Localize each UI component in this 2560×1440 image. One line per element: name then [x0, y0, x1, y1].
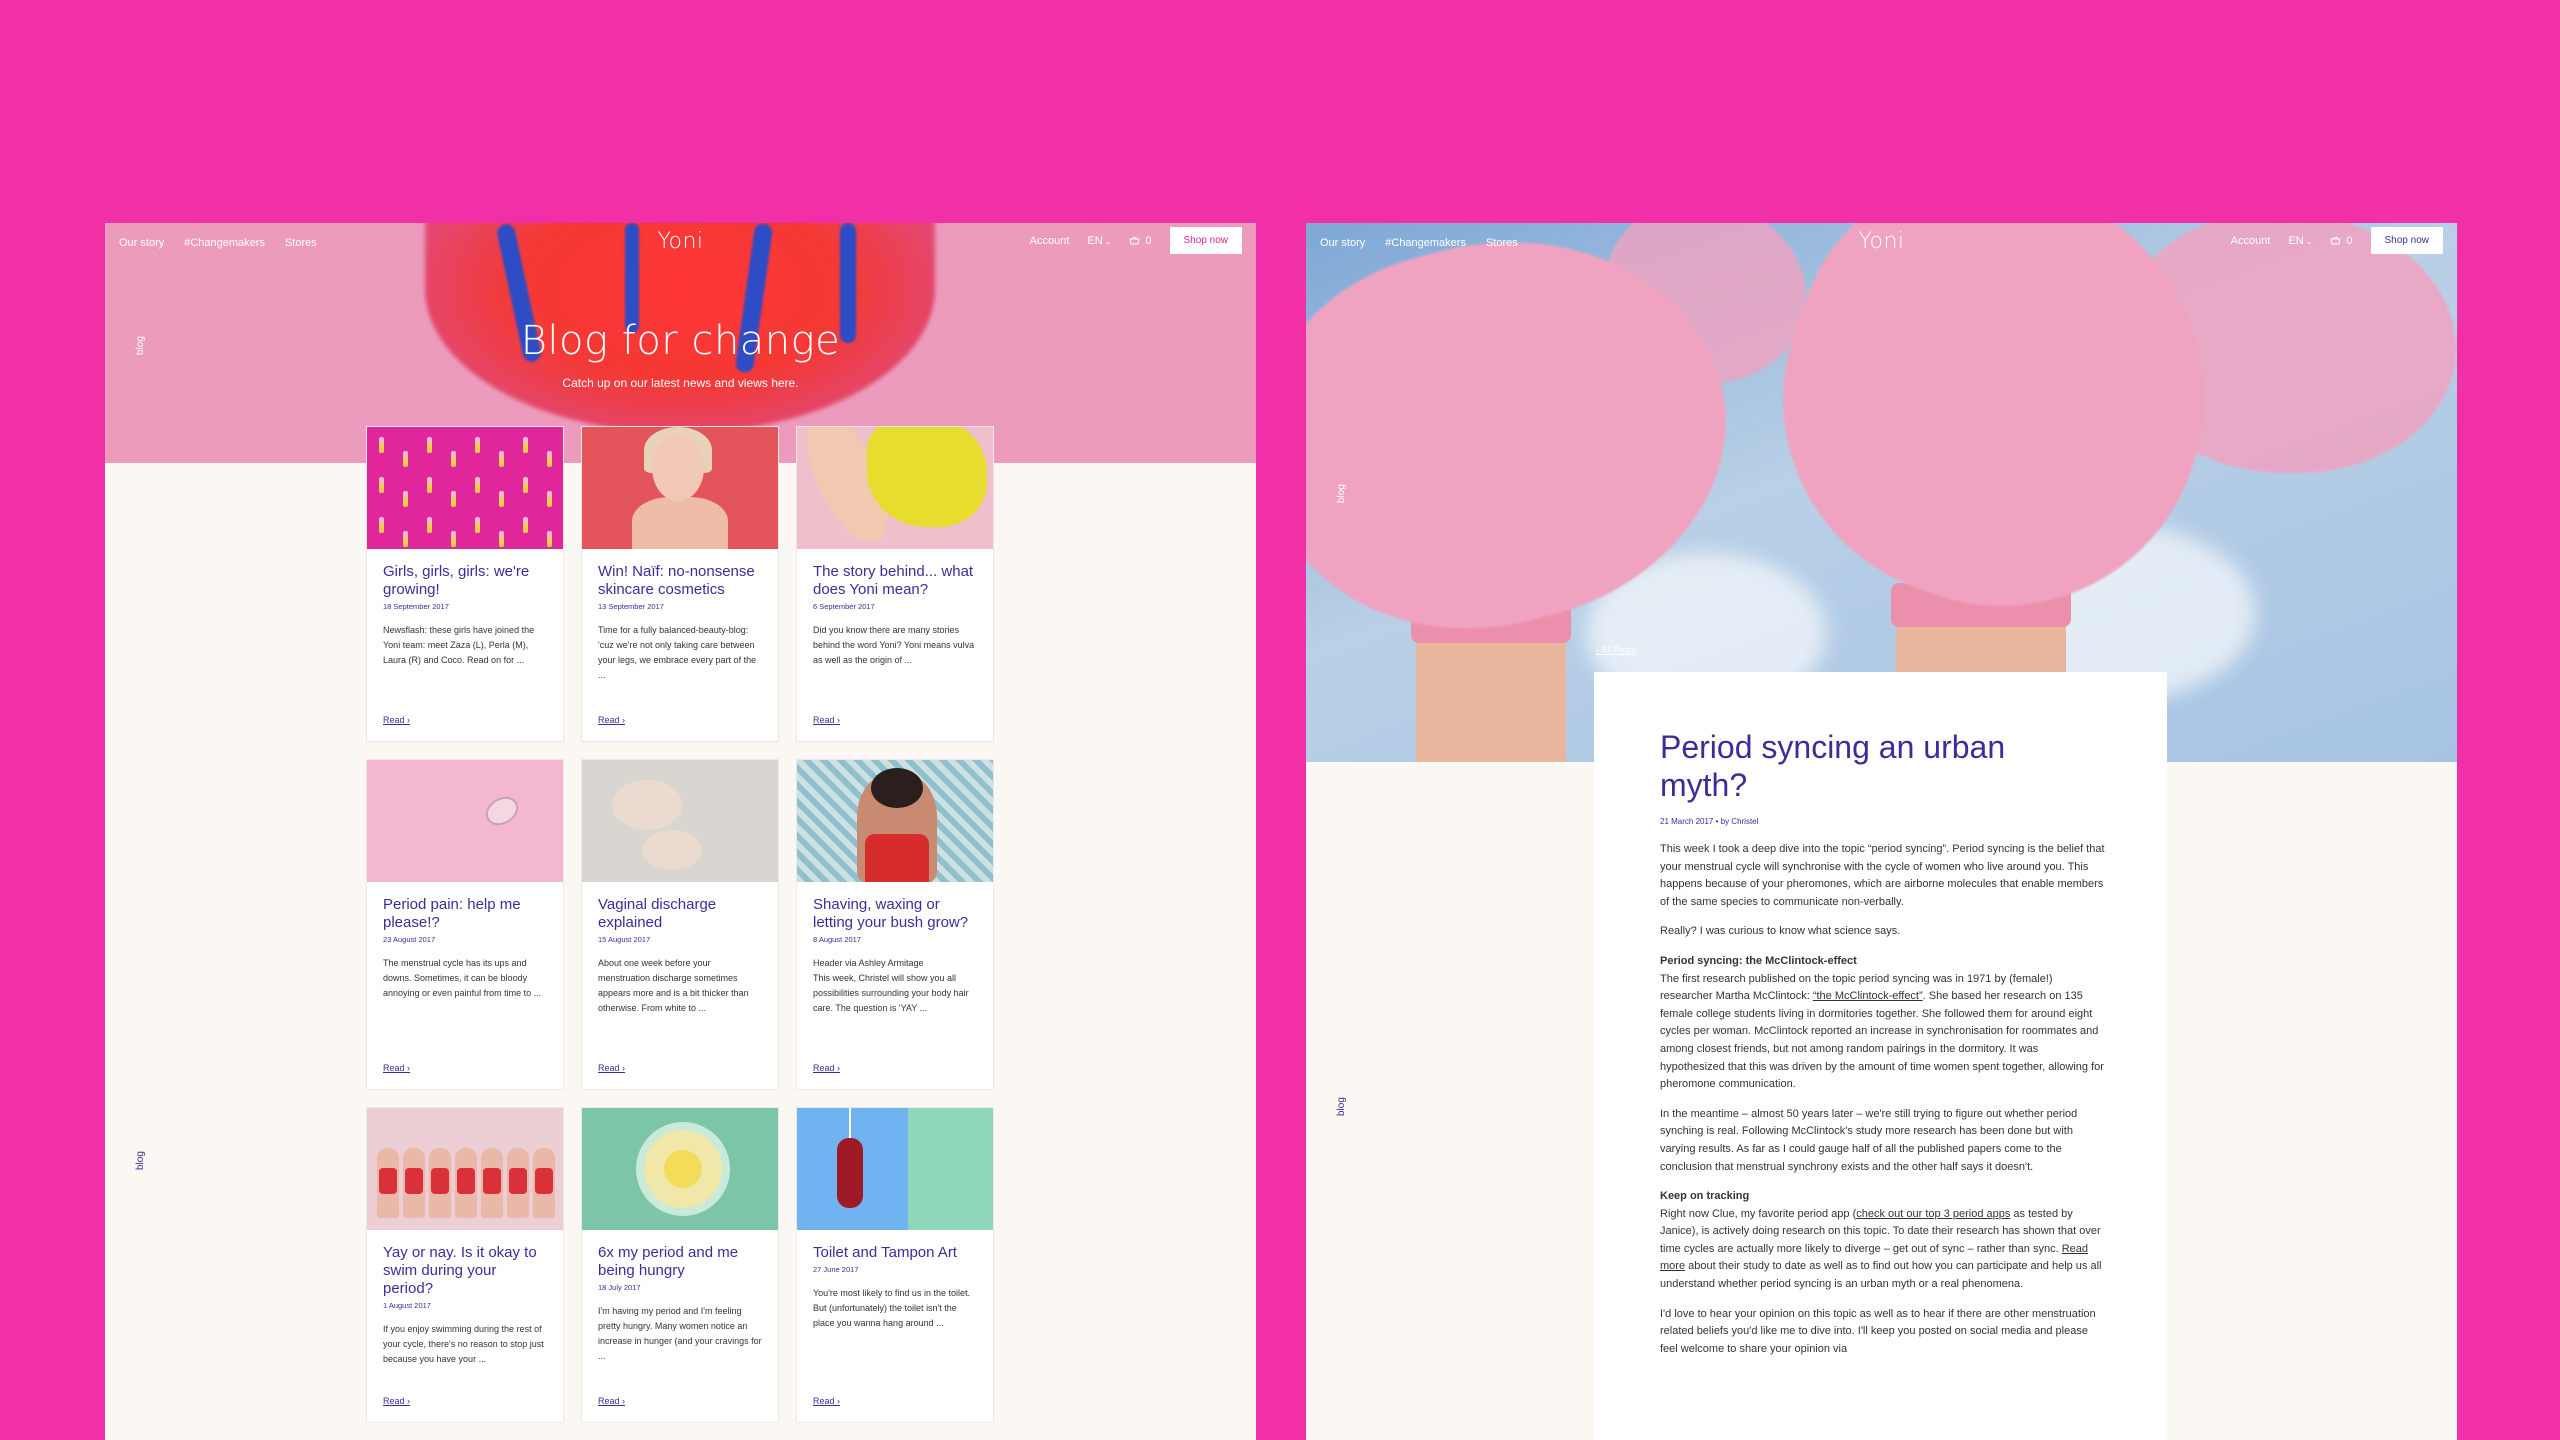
post-thumbnail — [582, 1108, 778, 1230]
post-thumbnail — [797, 427, 993, 549]
side-label-blog: blog — [135, 336, 146, 355]
page-title: Blog for change — [520, 318, 841, 364]
top-nav: Our story #Changemakers Stores Yoni Acco… — [1306, 223, 2457, 265]
language-value: EN — [1087, 234, 1103, 247]
post-excerpt: I'm having my period and I'm feeling pre… — [598, 1306, 762, 1361]
post-thumbnail — [797, 760, 993, 882]
post-card[interactable]: 6x my period and me being hungry 18 July… — [582, 1108, 778, 1422]
posts-grid: Girls, girls, girls: we're growing! 18 S… — [367, 427, 993, 1422]
post-title[interactable]: The story behind... what does Yoni mean? — [813, 563, 977, 599]
read-more-link[interactable]: Read › — [598, 1063, 625, 1073]
post-thumbnail — [367, 1108, 563, 1230]
text-run: Right now Clue, my favorite period app ( — [1660, 1207, 1857, 1220]
post-excerpt: Time for a fully balanced-beauty-blog: '… — [598, 625, 757, 680]
post-card[interactable]: Win! Naïf: no-nonsense skincare cosmetic… — [582, 427, 778, 741]
post-date: 23 August 2017 — [383, 935, 436, 944]
read-more-link[interactable]: Read › — [813, 1063, 840, 1073]
side-label-blog: blog — [135, 1151, 146, 1170]
article-subheading: Period syncing: the McClintock-effect — [1660, 954, 1857, 967]
article-card: Period syncing an urban myth? 21 March 2… — [1594, 672, 2167, 1440]
post-excerpt: You're most likely to find us in the toi… — [813, 1288, 970, 1328]
read-more-link[interactable]: Read › — [383, 1063, 410, 1073]
basket-icon — [2330, 236, 2342, 245]
period-apps-link[interactable]: check out our top 3 period apps — [1856, 1208, 2010, 1220]
cart-count: 0 — [2346, 234, 2353, 247]
post-title[interactable]: Girls, girls, girls: we're growing! — [383, 563, 547, 599]
chevron-down-icon: ⌄ — [1104, 236, 1112, 246]
read-more-link[interactable]: Read › — [383, 1396, 410, 1406]
post-thumbnail — [582, 427, 778, 549]
article-paragraph: Really? I was curious to know what scien… — [1660, 925, 1901, 938]
post-title[interactable]: Toilet and Tampon Art — [813, 1244, 977, 1262]
article-title: Period syncing an urban myth? — [1660, 729, 2006, 803]
read-more-link[interactable]: Read › — [598, 715, 625, 725]
article-paragraph: The first research published on the topi… — [1660, 971, 2105, 1094]
post-excerpt: Header via Ashley Armitage This week, Ch… — [813, 958, 969, 1013]
nav-account[interactable]: Account — [1030, 235, 1070, 247]
post-excerpt: If you enjoy swimming during the rest of… — [383, 1324, 544, 1364]
read-more-link[interactable]: Read › — [813, 1396, 840, 1406]
post-card[interactable]: Period pain: help me please!? 23 August … — [367, 760, 563, 1089]
blog-listing-page: Blog for change Catch up on our latest n… — [105, 223, 1256, 1440]
article-paragraph: This week I took a deep dive into the to… — [1660, 843, 2105, 908]
language-select[interactable]: EN ⌄ — [1087, 235, 1111, 247]
post-date: 8 August 2017 — [813, 935, 861, 944]
cart-count: 0 — [1145, 234, 1152, 247]
text-run: . She based her research on 135 female c… — [1660, 990, 2104, 1091]
language-value: EN — [2288, 234, 2304, 247]
article-paragraph: In the meantime – almost 50 years later … — [1660, 1107, 2078, 1173]
post-thumbnail — [367, 427, 563, 549]
shop-now-button[interactable]: Shop now — [1169, 227, 1242, 254]
post-date: 18 September 2017 — [383, 602, 449, 611]
article-paragraph: I'd love to hear your opinion on this to… — [1660, 1307, 2096, 1355]
read-more-link[interactable]: Read › — [598, 1396, 625, 1406]
cart-button[interactable]: 0 — [2330, 234, 2353, 247]
language-select[interactable]: EN ⌄ — [2288, 235, 2312, 247]
post-excerpt: About one week before your menstruation … — [598, 958, 749, 1013]
read-more-link[interactable]: Read › — [813, 715, 840, 725]
chevron-down-icon: ⌄ — [2305, 236, 2313, 246]
post-card[interactable]: The story behind... what does Yoni mean?… — [797, 427, 993, 741]
post-excerpt: The menstrual cycle has its ups and down… — [383, 958, 542, 998]
post-date: 6 September 2017 — [813, 602, 875, 611]
post-date: 27 June 2017 — [813, 1265, 859, 1274]
text-run: about their study to date as well as to … — [1660, 1260, 2102, 1291]
article-meta: 21 March 2017 • by Christel — [1660, 817, 1759, 826]
post-title[interactable]: 6x my period and me being hungry — [598, 1244, 762, 1280]
read-more-link[interactable]: Read › — [383, 715, 410, 725]
post-date: 13 September 2017 — [598, 602, 664, 611]
post-title[interactable]: Win! Naïf: no-nonsense skincare cosmetic… — [598, 563, 762, 599]
article-body: This week I took a deep dive into the to… — [1660, 841, 2105, 1370]
post-title[interactable]: Shaving, waxing or letting your bush gro… — [813, 896, 977, 932]
post-card[interactable]: Shaving, waxing or letting your bush gro… — [797, 760, 993, 1089]
top-nav: Our story #Changemakers Stores Yoni Acco… — [105, 223, 1256, 265]
post-title[interactable]: Vaginal discharge explained — [598, 896, 762, 932]
shop-now-button[interactable]: Shop now — [2370, 227, 2443, 254]
post-excerpt: Did you know there are many stories behi… — [813, 625, 975, 665]
post-date: 18 July 2017 — [598, 1283, 641, 1292]
post-card[interactable]: Toilet and Tampon Art 27 June 2017 You'r… — [797, 1108, 993, 1422]
post-date: 15 August 2017 — [598, 935, 651, 944]
side-label-blog: blog — [1336, 484, 1347, 503]
post-date: 1 August 2017 — [383, 1301, 431, 1310]
side-label-blog: blog — [1336, 1097, 1347, 1116]
cart-button[interactable]: 0 — [1129, 234, 1152, 247]
post-title[interactable]: Period pain: help me please!? — [383, 896, 547, 932]
post-card[interactable]: Yay or nay. Is it okay to swim during yo… — [367, 1108, 563, 1422]
mcclintock-link[interactable]: “the McClintock-effect” — [1813, 990, 1923, 1002]
post-thumbnail — [582, 760, 778, 882]
post-title[interactable]: Yay or nay. Is it okay to swim during yo… — [383, 1244, 547, 1298]
article-subheading: Keep on tracking — [1660, 1190, 1750, 1203]
article-paragraph: Right now Clue, my favorite period app (… — [1660, 1206, 2105, 1294]
post-thumbnail — [797, 1108, 993, 1230]
all-posts-link[interactable]: ‹ All Posts — [1596, 645, 1636, 655]
post-card[interactable]: Girls, girls, girls: we're growing! 18 S… — [367, 427, 563, 741]
article-page: Our story #Changemakers Stores Yoni Acco… — [1306, 223, 2457, 1440]
post-thumbnail — [367, 760, 563, 882]
post-excerpt: Newsflash: these girls have joined the Y… — [383, 625, 535, 665]
page-subtitle: Catch up on our latest news and views he… — [562, 376, 799, 390]
nav-account[interactable]: Account — [2231, 235, 2271, 247]
basket-icon — [1129, 236, 1141, 245]
post-card[interactable]: Vaginal discharge explained 15 August 20… — [582, 760, 778, 1089]
